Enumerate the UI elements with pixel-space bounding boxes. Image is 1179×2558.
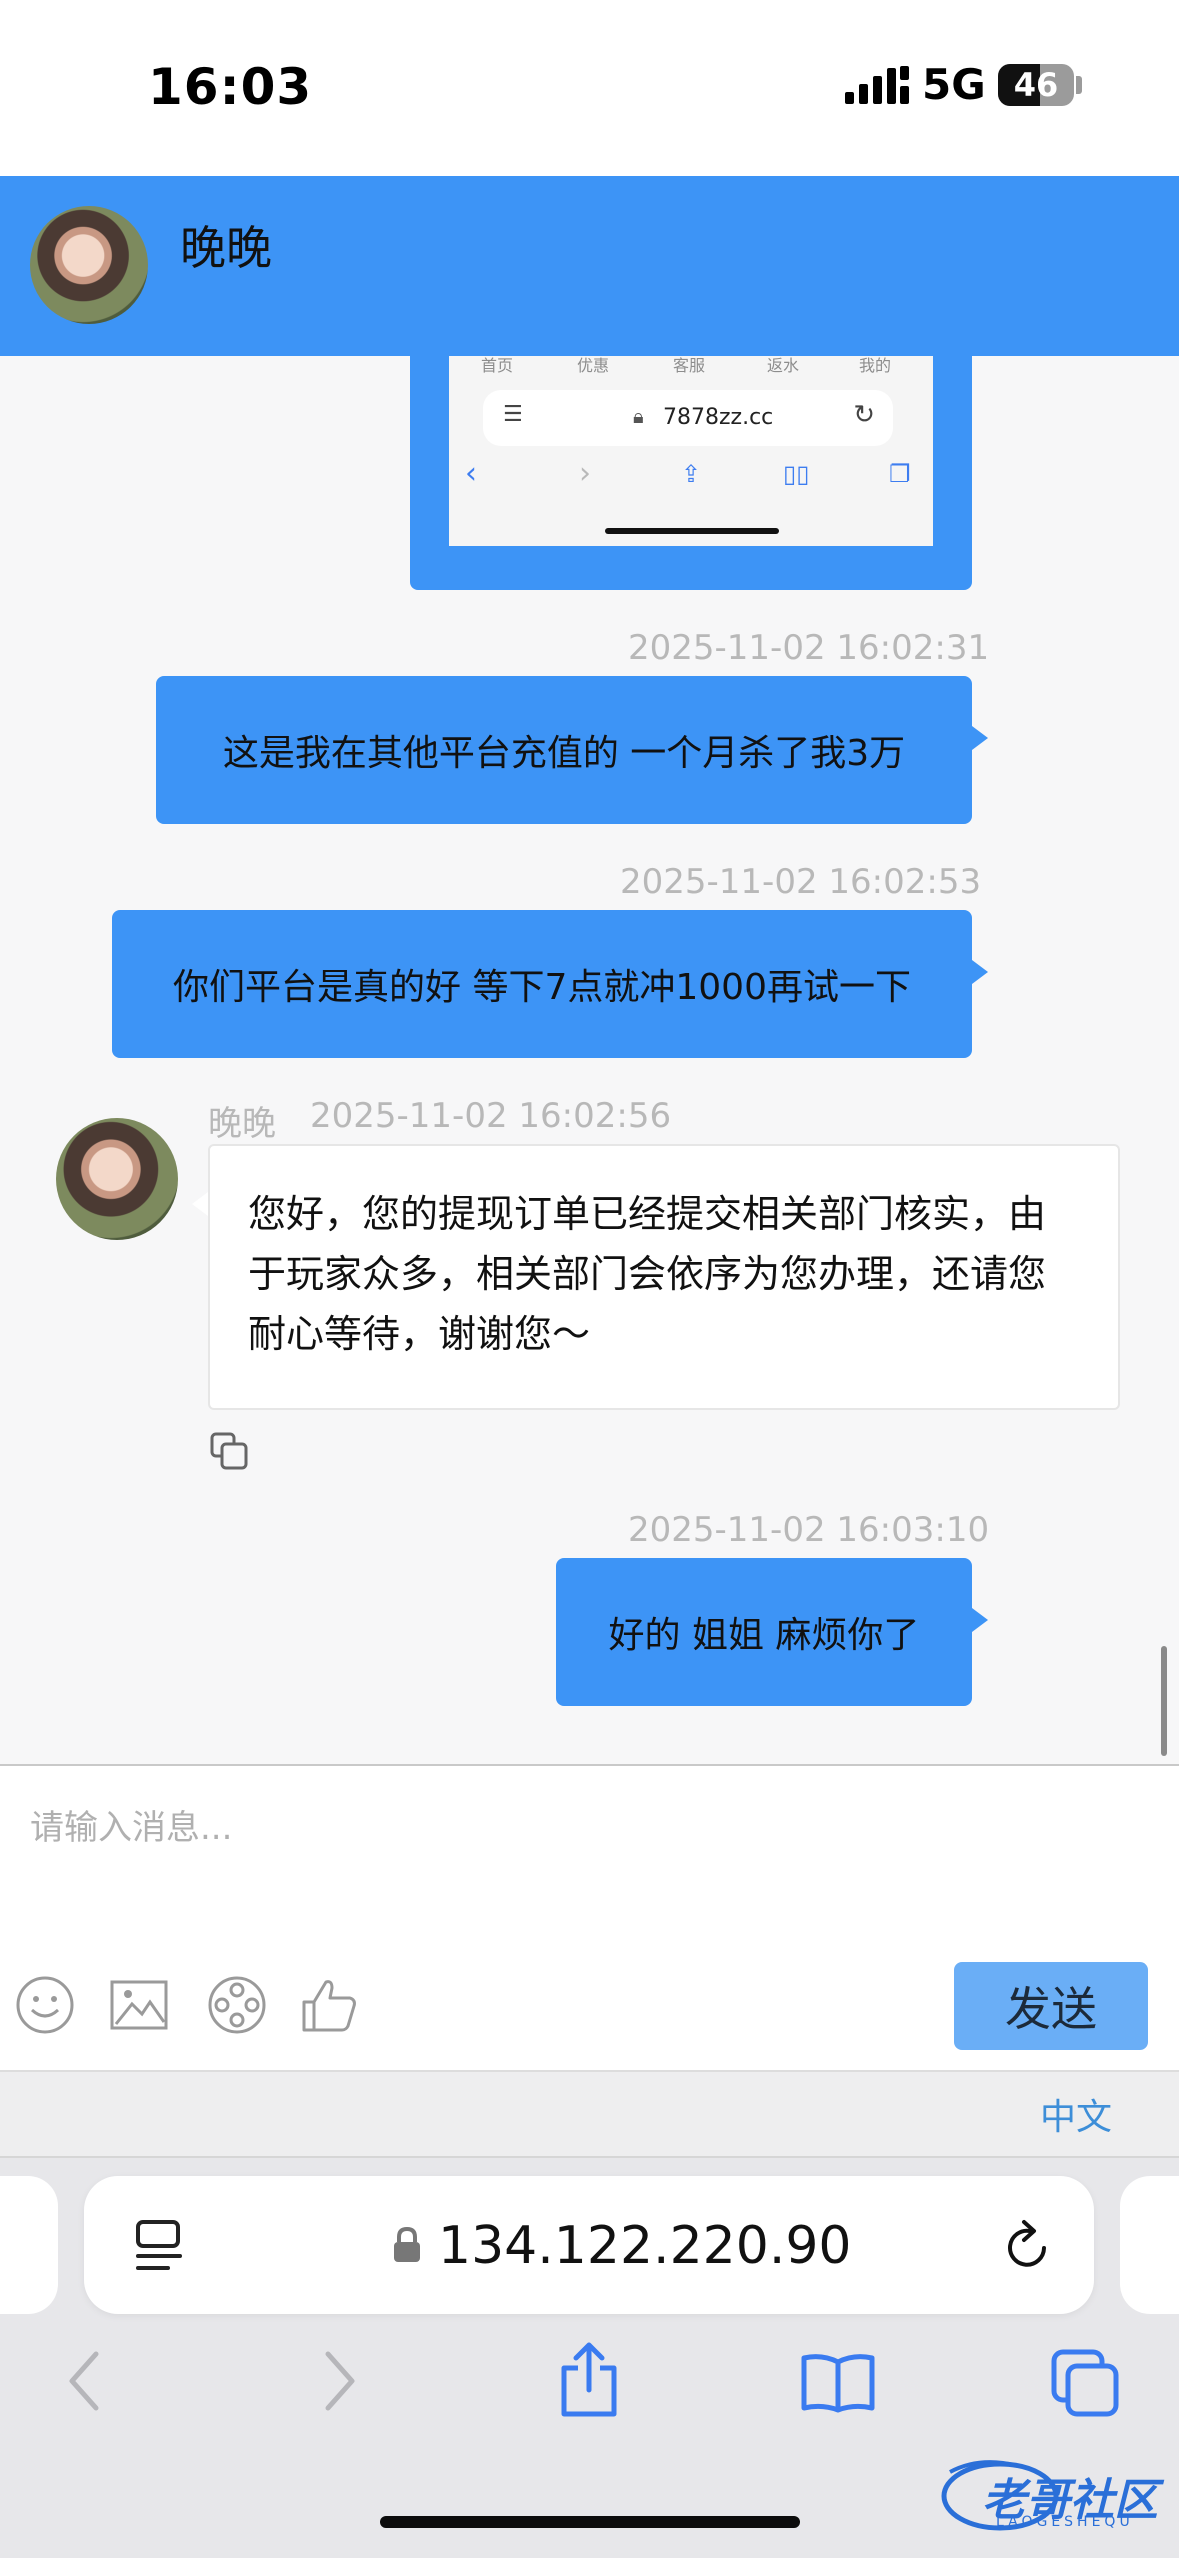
share-icon[interactable]	[556, 2340, 622, 2420]
image-message-screenshot[interactable]: 首页 优惠 客服 返水 我的 ☰ 🔒︎ 7878zz.cc ↻ ‹ › ⇪ ▯▯…	[449, 356, 933, 546]
reload-icon: ↻	[853, 400, 875, 430]
message-line: 耐心等待，谢谢您～	[248, 1312, 591, 1356]
send-button[interactable]: 发送	[954, 1962, 1148, 2050]
bookmarks-icon[interactable]	[800, 2352, 876, 2414]
message-timestamp: 2025-11-02 16:02:53	[620, 862, 982, 902]
screenshot-nav: ‹ › ⇪ ▯▯ ❐	[449, 456, 933, 496]
network-type: 5G	[922, 60, 986, 109]
home-indicator	[380, 2516, 800, 2528]
outgoing-message[interactable]: 你们平台是真的好 等下7点就冲1000再试一下	[112, 910, 972, 1058]
bubble-tail	[972, 726, 988, 750]
contact-name: 晚晚	[180, 221, 272, 275]
outgoing-message[interactable]: 好的 姐姐 麻烦你了	[556, 1558, 972, 1706]
emoji-icon[interactable]	[14, 1974, 76, 2036]
message-line: 您好，您的提现订单已经提交相关部门核实，由	[248, 1192, 1047, 1236]
next-tab-pill[interactable]	[1120, 2176, 1179, 2314]
screenshot-url: 7878zz.cc	[663, 405, 774, 430]
screenshot-tabbar: 首页 优惠 客服 返水 我的	[449, 356, 933, 375]
bubble-tail	[972, 1608, 988, 1632]
tabs-icon: ❐	[889, 460, 911, 488]
outgoing-message[interactable]: 这是我在其他平台充值的 一个月杀了我3万	[156, 676, 972, 824]
contact-avatar[interactable]	[30, 206, 148, 324]
bubble-tail	[192, 1192, 208, 1216]
chat-header	[0, 176, 1179, 356]
share-icon: ⇪	[681, 460, 702, 488]
screenshot-tab: 首页	[481, 356, 514, 375]
message-timestamp: 2025-11-02 16:02:31	[628, 628, 990, 668]
back-icon: ‹	[465, 456, 477, 491]
message-timestamp: 2025-11-02 16:03:10	[628, 1510, 990, 1550]
battery-icon: 46	[998, 64, 1074, 106]
incoming-message[interactable]: 您好，您的提现订单已经提交相关部门核实，由 于玩家众多，相关部门会依序为您办理，…	[208, 1144, 1120, 1410]
signal-icon	[845, 66, 909, 104]
battery-cap	[1076, 76, 1082, 94]
sender-name: 晚晚	[208, 1104, 276, 1144]
page-menu-icon[interactable]	[134, 2218, 184, 2274]
message-line: 于玩家众多，相关部门会依序为您办理，还请您	[248, 1252, 1047, 1296]
status-time: 16:03	[148, 58, 313, 116]
image-icon[interactable]	[108, 1974, 170, 2036]
reload-icon[interactable]	[1000, 2214, 1056, 2274]
screenshot-tab: 返水	[767, 356, 800, 375]
screenshot-tab: 客服	[673, 356, 706, 375]
battery-level: 46	[1013, 66, 1059, 104]
forward-icon[interactable]	[320, 2346, 360, 2416]
sender-avatar[interactable]	[56, 1118, 178, 1240]
bubble-tail	[972, 960, 988, 984]
address-url: 134.122.220.90	[438, 2216, 852, 2276]
lock-icon: 🔒︎	[633, 404, 644, 428]
tabs-icon[interactable]	[1050, 2348, 1122, 2418]
screenshot-tab: 我的	[859, 356, 892, 375]
thumbs-up-icon[interactable]	[298, 1974, 360, 2036]
scrollbar[interactable]	[1161, 1646, 1167, 1756]
menu-icon: ☰	[503, 402, 523, 427]
lock-icon	[394, 2226, 420, 2262]
previous-tab-pill[interactable]	[0, 2176, 58, 2314]
screenshot-home-indicator	[605, 528, 779, 534]
forward-icon: ›	[579, 456, 591, 491]
back-icon[interactable]	[64, 2346, 104, 2416]
language-bar	[0, 2070, 1179, 2156]
screenshot-url-bar: ☰ 🔒︎ 7878zz.cc ↻	[483, 390, 893, 446]
screenshot-tab: 优惠	[577, 356, 610, 375]
watermark-subtext: LAOGESHEQU	[996, 2514, 1134, 2530]
copy-icon[interactable]	[208, 1430, 250, 1472]
language-toggle[interactable]: 中文	[1040, 2088, 1112, 2140]
video-icon[interactable]	[206, 1974, 268, 2036]
message-input[interactable]: 请输入消息...	[30, 1800, 232, 1849]
bookmarks-icon: ▯▯	[783, 460, 810, 488]
message-timestamp: 2025-11-02 16:02:56	[310, 1096, 672, 1136]
